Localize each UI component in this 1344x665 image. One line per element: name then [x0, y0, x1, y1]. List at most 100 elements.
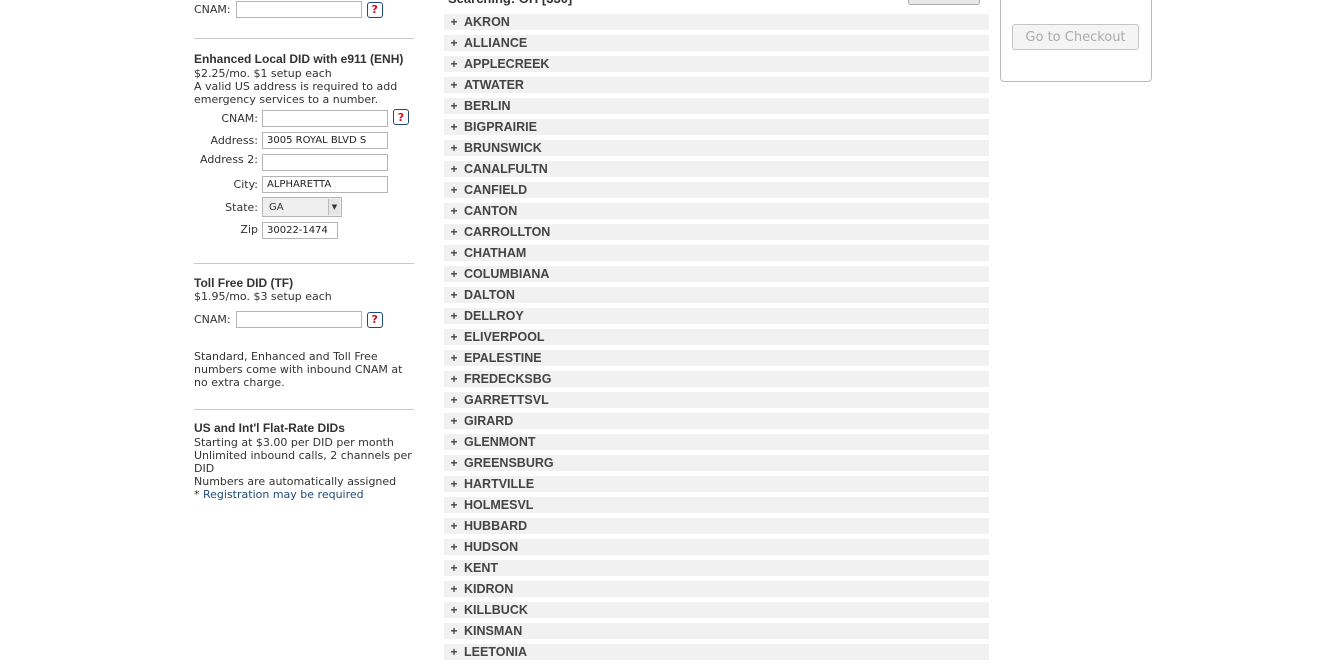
tf-cnam-row: CNAM: ?: [194, 311, 383, 328]
city-row[interactable]: + EPALESTINE: [444, 350, 989, 366]
flat-rate-line1: Starting at $3.00 per DID per month: [194, 436, 394, 449]
expand-plus-icon[interactable]: +: [444, 414, 464, 428]
enh-cnam-input[interactable]: [262, 110, 388, 127]
cnam-label: CNAM:: [194, 3, 231, 16]
expand-plus-icon[interactable]: +: [444, 246, 464, 260]
expand-plus-icon[interactable]: +: [444, 57, 464, 71]
zip-input[interactable]: [262, 222, 338, 239]
city-row[interactable]: + GARRETTSVL: [444, 392, 989, 408]
city-row[interactable]: + KILLBUCK: [444, 602, 989, 618]
city-row[interactable]: + HUDSON: [444, 539, 989, 555]
city-row[interactable]: + DALTON: [444, 287, 989, 303]
search-heading: Searching: OH [330]: [448, 0, 572, 6]
city-row[interactable]: + AKRON: [444, 14, 989, 30]
enh-address-form: CNAM: ? Address: Address 2: City: State:…: [194, 109, 414, 244]
city-row[interactable]: + HOLMESVL: [444, 497, 989, 513]
expand-plus-icon[interactable]: +: [444, 456, 464, 470]
city-name: KINSMAN: [464, 624, 523, 638]
expand-plus-icon[interactable]: +: [444, 78, 464, 92]
help-icon[interactable]: ?: [393, 109, 409, 125]
city-row[interactable]: + KENT: [444, 560, 989, 576]
expand-plus-icon[interactable]: +: [444, 141, 464, 155]
city-row[interactable]: + FREDECKSBG: [444, 371, 989, 387]
expand-plus-icon[interactable]: +: [444, 120, 464, 134]
address2-input[interactable]: [262, 154, 388, 171]
expand-plus-icon[interactable]: +: [444, 36, 464, 50]
expand-plus-icon[interactable]: +: [444, 330, 464, 344]
city-row[interactable]: + BRUNSWICK: [444, 140, 989, 156]
city-row[interactable]: + HUBBARD: [444, 518, 989, 534]
city-row[interactable]: + KIDRON: [444, 581, 989, 597]
city-row[interactable]: + DELLROY: [444, 308, 989, 324]
registration-link[interactable]: Registration may be required: [203, 488, 364, 501]
address-label: Address:: [210, 134, 258, 147]
expand-plus-icon[interactable]: +: [444, 519, 464, 533]
city-row[interactable]: + LEETONIA: [444, 644, 989, 660]
city-row[interactable]: + CANTON: [444, 203, 989, 219]
city-row[interactable]: + GIRARD: [444, 413, 989, 429]
expand-plus-icon[interactable]: +: [444, 498, 464, 512]
address2-label: Address 2:: [199, 153, 258, 166]
city-row[interactable]: + GREENSBURG: [444, 455, 989, 471]
expand-plus-icon[interactable]: +: [444, 603, 464, 617]
city-name: KILLBUCK: [464, 603, 528, 617]
city-row[interactable]: + ELIVERPOOL: [444, 329, 989, 345]
city-row[interactable]: + HARTVILLE: [444, 476, 989, 492]
expand-plus-icon[interactable]: +: [444, 624, 464, 638]
expand-plus-icon[interactable]: +: [444, 225, 464, 239]
city-row[interactable]: + BERLIN: [444, 98, 989, 114]
standard-cnam-row: CNAM: ?: [194, 1, 383, 18]
city-input[interactable]: [262, 176, 388, 193]
expand-plus-icon[interactable]: +: [444, 645, 464, 659]
city-row[interactable]: + CARROLLTON: [444, 224, 989, 240]
expand-plus-icon[interactable]: +: [444, 540, 464, 554]
city-row[interactable]: + BIGPRAIRIE: [444, 119, 989, 135]
checkout-button[interactable]: Go to Checkout: [1012, 24, 1139, 50]
help-icon[interactable]: ?: [366, 1, 383, 18]
city-row[interactable]: + GLENMONT: [444, 434, 989, 450]
expand-plus-icon[interactable]: +: [444, 267, 464, 281]
city-name: ALLIANCE: [464, 36, 528, 50]
cnam-note: Standard, Enhanced and Toll Free numbers…: [194, 350, 403, 389]
city-name: CANTON: [464, 204, 518, 218]
expand-plus-icon[interactable]: +: [444, 582, 464, 596]
expand-plus-icon[interactable]: +: [444, 561, 464, 575]
expand-plus-icon[interactable]: +: [444, 288, 464, 302]
city-name: BIGPRAIRIE: [464, 120, 537, 134]
expand-plus-icon[interactable]: +: [444, 15, 464, 29]
expand-plus-icon[interactable]: +: [444, 183, 464, 197]
city-row[interactable]: + CANFIELD: [444, 182, 989, 198]
city-row[interactable]: + ALLIANCE: [444, 35, 989, 51]
standard-cnam-input[interactable]: [235, 1, 362, 18]
city-row[interactable]: + CANALFULTN: [444, 161, 989, 177]
city-row[interactable]: + KINSMAN: [444, 623, 989, 639]
tf-cnam-input[interactable]: [235, 311, 362, 328]
expand-plus-icon[interactable]: +: [444, 204, 464, 218]
city-name: CARROLLTON: [464, 225, 551, 239]
expand-plus-icon[interactable]: +: [444, 435, 464, 449]
city-row[interactable]: + ATWATER: [444, 77, 989, 93]
registration-note: * Registration may be required: [194, 488, 364, 501]
expand-plus-icon[interactable]: +: [444, 309, 464, 323]
state-select[interactable]: GA ▼: [262, 197, 342, 217]
help-icon[interactable]: ?: [366, 311, 383, 328]
enh-note: A valid US address is required to add em…: [194, 80, 398, 106]
expand-plus-icon[interactable]: +: [444, 99, 464, 113]
expand-plus-icon[interactable]: +: [444, 162, 464, 176]
city-row[interactable]: + COLUMBIANA: [444, 266, 989, 282]
expand-plus-icon[interactable]: +: [444, 393, 464, 407]
asterisk: *: [194, 488, 203, 501]
city-name: LEETONIA: [464, 645, 527, 659]
top-action-button[interactable]: [908, 0, 980, 5]
expand-plus-icon[interactable]: +: [444, 372, 464, 386]
city-row[interactable]: + CHATHAM: [444, 245, 989, 261]
address-input[interactable]: [262, 132, 388, 149]
city-name: CANALFULTN: [464, 162, 548, 176]
city-name: KIDRON: [464, 582, 514, 596]
expand-plus-icon[interactable]: +: [444, 477, 464, 491]
city-name: DALTON: [464, 288, 515, 302]
city-name: BERLIN: [464, 99, 511, 113]
city-name: HOLMESVL: [464, 498, 534, 512]
city-row[interactable]: + APPLECREEK: [444, 56, 989, 72]
expand-plus-icon[interactable]: +: [444, 351, 464, 365]
